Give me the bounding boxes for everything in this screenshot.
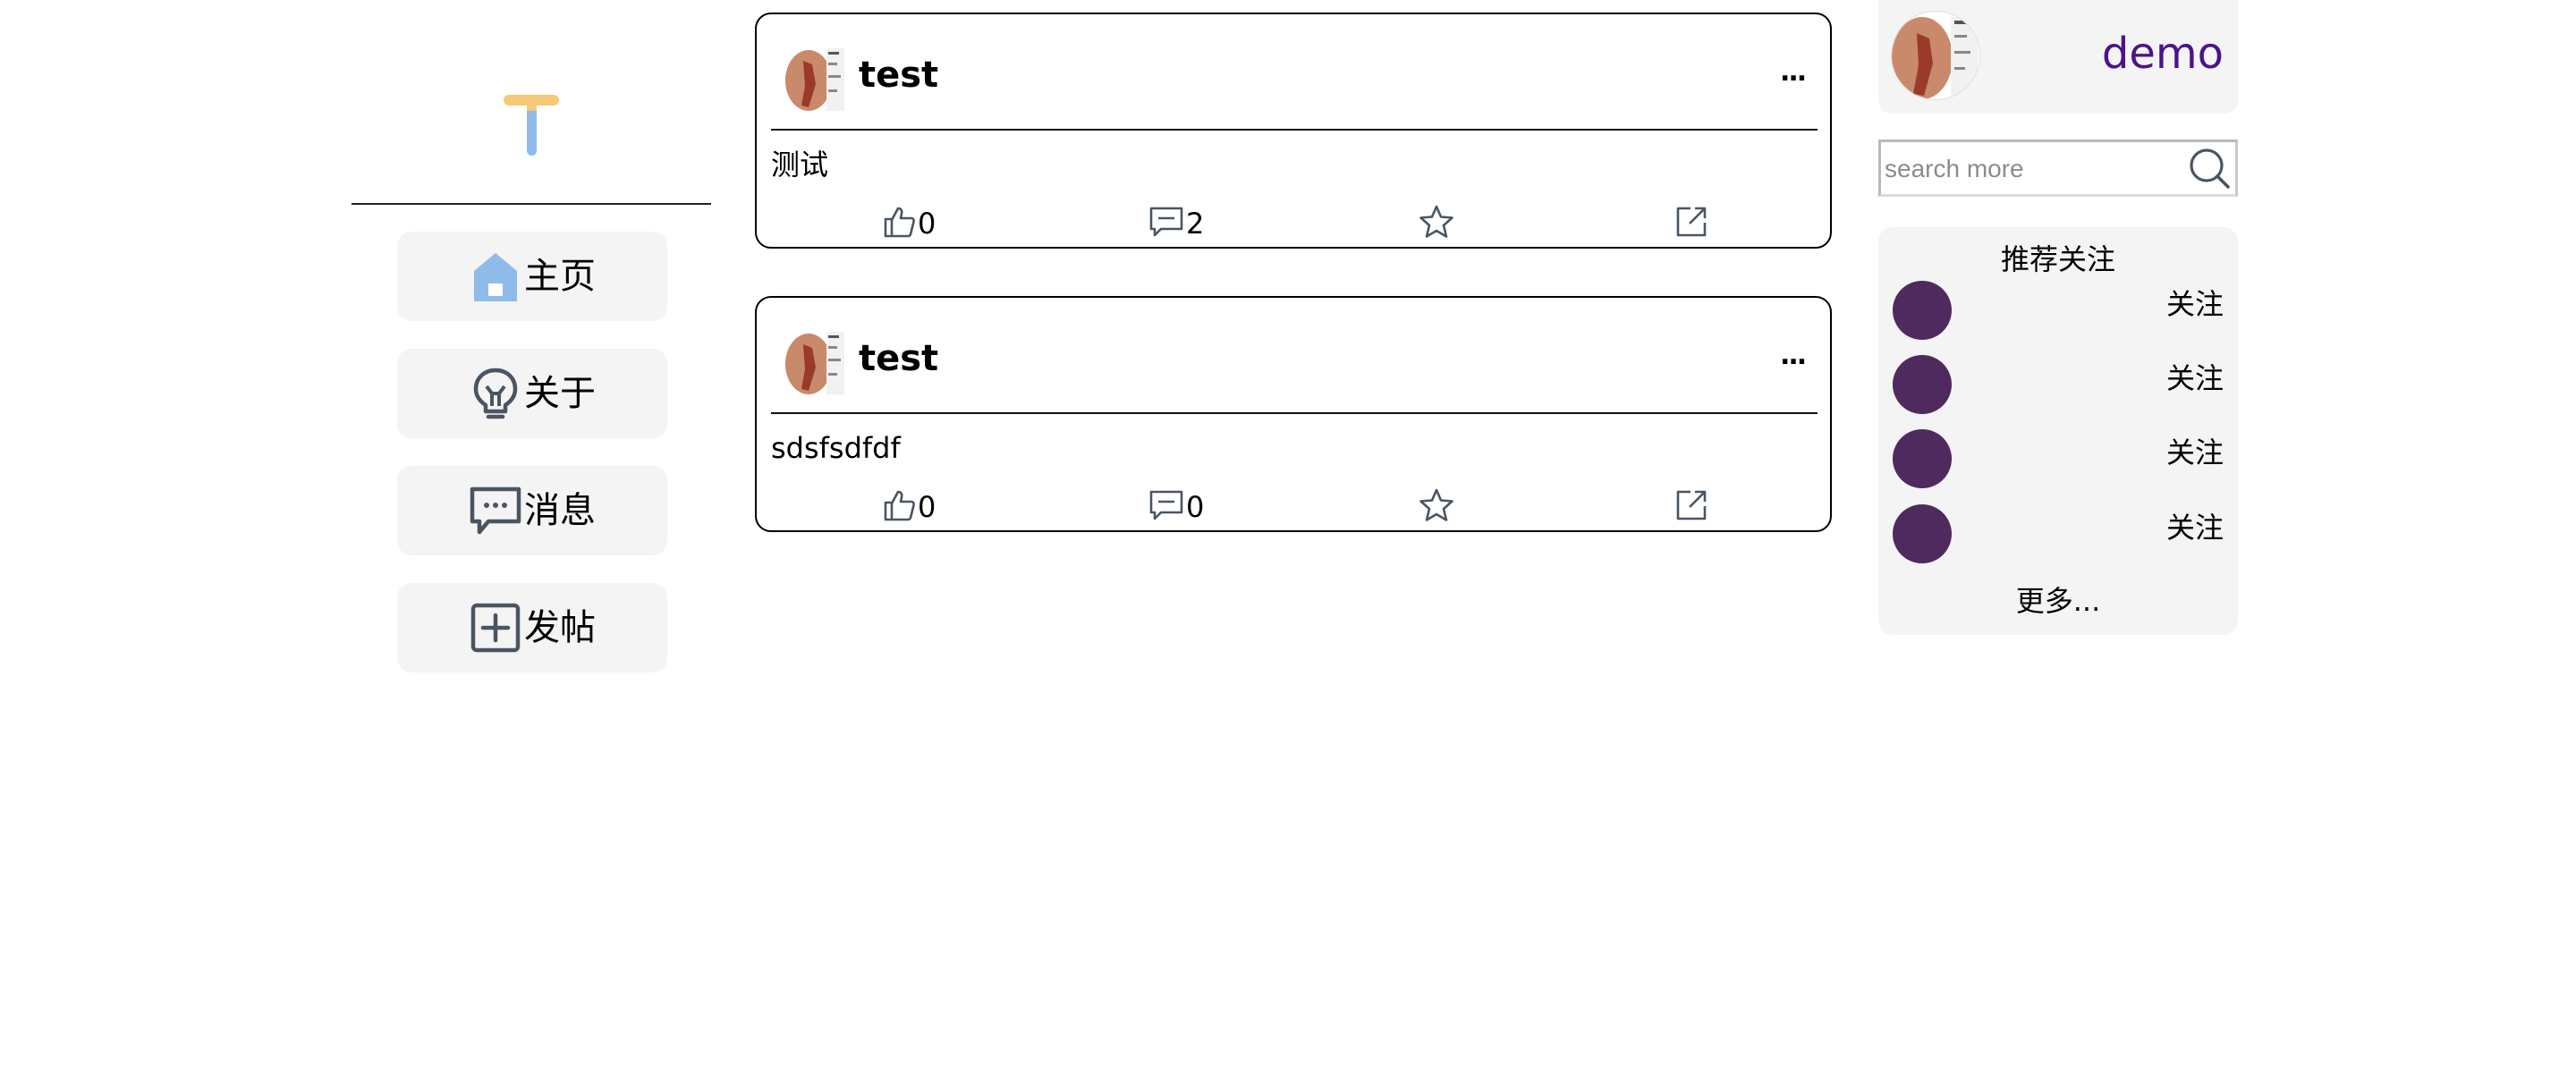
post-divider: [771, 129, 1818, 131]
profile-avatar[interactable]: [1891, 11, 1980, 100]
profile-card: demo: [1878, 0, 2238, 114]
recommend-more-link[interactable]: 更多...: [1878, 587, 2238, 615]
nav-item-messages[interactable]: 消息: [397, 466, 667, 555]
post-more-button[interactable]: ...: [1780, 343, 1807, 369]
nav-label-about: 关于: [524, 373, 596, 414]
message-icon: [469, 484, 522, 537]
search-icon[interactable]: [2187, 146, 2232, 190]
nav-label-messages: 消息: [524, 490, 596, 531]
share-external-icon: [1674, 205, 1708, 242]
favorite-button[interactable]: [1419, 487, 1454, 527]
app-logo[interactable]: [502, 89, 561, 157]
recommend-user-avatar[interactable]: [1893, 429, 1952, 488]
like-count: 0: [918, 207, 936, 241]
new-post-icon: [469, 601, 522, 655]
share-button[interactable]: [1674, 204, 1708, 243]
star-icon: [1419, 204, 1454, 243]
like-button[interactable]: 0: [882, 487, 936, 527]
profile-username[interactable]: demo: [2102, 32, 2224, 75]
sidebar-divider: [352, 203, 711, 205]
recommend-user-row: 关注: [1893, 504, 2224, 565]
nav-item-new-post[interactable]: 发帖: [397, 583, 667, 672]
post-author-name[interactable]: test: [859, 57, 938, 93]
recommend-user-avatar[interactable]: [1893, 281, 1952, 340]
recommend-user-row: 关注: [1893, 429, 2224, 490]
post-content: sdsfsdfdf: [771, 431, 901, 465]
recommend-follow-panel: 推荐关注 关注 关注 关注 关注 更多...: [1878, 227, 2238, 635]
share-button[interactable]: [1674, 487, 1708, 527]
thumbs-up-icon: [882, 488, 916, 526]
star-icon: [1419, 487, 1454, 527]
comment-count: 2: [1186, 207, 1205, 241]
post-card: test ... 测试 0 2: [755, 13, 1832, 249]
post-author-avatar[interactable]: [785, 45, 846, 114]
post-divider: [771, 412, 1818, 414]
recommend-user-avatar[interactable]: [1893, 355, 1952, 414]
about-bulb-icon: [469, 367, 522, 420]
favorite-button[interactable]: [1419, 204, 1454, 243]
post-author-name[interactable]: test: [859, 341, 938, 376]
recommend-title: 推荐关注: [2000, 242, 2115, 276]
comment-button[interactable]: 0: [1148, 487, 1204, 527]
search-bar: [1878, 140, 2238, 197]
thumbs-up-icon: [882, 205, 916, 242]
comment-icon: [1148, 205, 1184, 242]
recommend-user-row: 关注: [1893, 355, 2224, 416]
like-count: 0: [918, 490, 936, 524]
home-icon: [469, 249, 522, 303]
comment-count: 0: [1186, 490, 1205, 524]
nav-item-about[interactable]: 关于: [397, 349, 667, 438]
comment-button[interactable]: 2: [1148, 204, 1204, 243]
post-author-avatar[interactable]: [785, 328, 846, 398]
nav-item-home[interactable]: 主页: [397, 232, 667, 321]
recommend-user-row: 关注: [1893, 281, 2224, 342]
follow-button[interactable]: 关注: [2166, 290, 2224, 318]
nav-label-home: 主页: [524, 256, 596, 297]
follow-button[interactable]: 关注: [2166, 364, 2224, 393]
post-content: 测试: [771, 148, 829, 182]
search-input[interactable]: [1883, 148, 2182, 190]
recommend-user-avatar[interactable]: [1893, 504, 1952, 563]
post-more-button[interactable]: ...: [1780, 59, 1807, 86]
like-button[interactable]: 0: [882, 204, 936, 243]
comment-icon: [1148, 488, 1184, 526]
post-card: test ... sdsfsdfdf 0 0: [755, 296, 1832, 532]
share-external-icon: [1674, 488, 1708, 526]
nav-label-new-post: 发帖: [524, 607, 596, 648]
follow-button[interactable]: 关注: [2166, 513, 2224, 542]
follow-button[interactable]: 关注: [2166, 438, 2224, 467]
